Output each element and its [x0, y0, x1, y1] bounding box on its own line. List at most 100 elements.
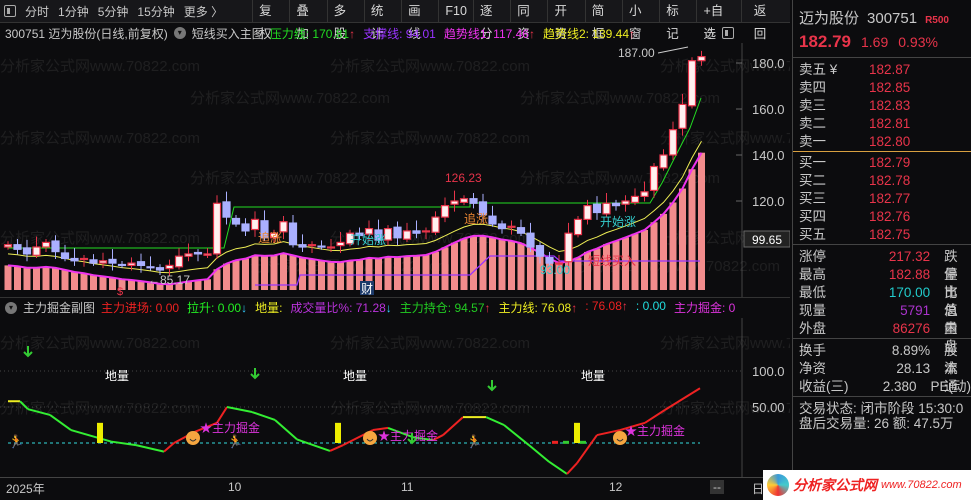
period-selector: 分时 1分钟 5分钟 15分钟 更多 〉 [0, 3, 252, 20]
diamond-icon[interactable]: ◇ [705, 26, 714, 40]
stock-code: 300751 [867, 10, 918, 27]
candle-up [583, 205, 592, 221]
watermark-text: 分析家公式网www.70822.com [330, 335, 530, 352]
legend-item: 压力线: 170.81↑ [270, 25, 355, 42]
trend-bar [109, 277, 116, 290]
main-force-line [485, 416, 505, 426]
candle-up [250, 218, 260, 231]
quote-value: 170.00 [888, 285, 931, 300]
legend-item: : 76.08↑ [585, 299, 628, 316]
chase-signal-label: 追涨 [258, 230, 282, 245]
legend-item: 成交量比%: 71.28↓ [290, 299, 391, 316]
zoom-button[interactable]: -- [710, 480, 724, 494]
date-label: 10 [228, 480, 242, 494]
toolbar: 分时 1分钟 5分钟 15分钟 更多 〉 复权 叠加 多股 统计 画线 F10 … [0, 0, 790, 41]
quote-value: 5791 [900, 303, 931, 318]
candle-up [98, 260, 108, 264]
stats-button[interactable]: 统计 [363, 0, 401, 41]
quote-label: 跌停 [944, 249, 958, 282]
legend-value: : 0.00 [635, 299, 666, 313]
current-price-label: 99.65 [752, 233, 782, 247]
window-icon[interactable] [722, 27, 734, 39]
start-signal-label: 开始涨 [600, 214, 636, 229]
period-more[interactable]: 更多 〉 [184, 3, 223, 20]
candlestick-chart[interactable]: 180.0160.0140.0120.0分析家公式网www.70822.com 分… [0, 43, 790, 297]
overlay-button[interactable]: 叠加 [289, 0, 326, 41]
quote-panel: 迈为股份 300751 R500 182.79 1.69 0.93% 卖五 ¥ 1… [763, 0, 971, 500]
legend-value: 趋势线1: 117.46 [443, 26, 529, 41]
indicator-chart[interactable]: 100.050.00分析家公式网www.70822.com 分析家公式网www.7… [0, 318, 790, 477]
stats2-list: 换手 8.89% 股本 净资 28.13 流通 收益(三) 2.380 PE(动) [793, 339, 971, 397]
period-tab[interactable]: 5分钟 [98, 3, 129, 20]
period-tab[interactable]: 分时 [25, 3, 49, 20]
quote-label: 最高 [799, 267, 826, 282]
quote-row: 净资 28.13 流通 [793, 360, 971, 394]
same-capital-button[interactable]: 同资 [510, 0, 547, 41]
legend-value: 主力进场: 0.00 [101, 301, 180, 315]
candle-up [212, 202, 222, 255]
draw-button[interactable]: 画线 [401, 0, 438, 41]
by-minute-button[interactable]: 逐分 [472, 0, 510, 41]
indicator-name[interactable]: 短线买入主图 [192, 25, 264, 42]
f10-button[interactable]: F10 [438, 0, 473, 23]
candle-down [146, 266, 155, 269]
trend-bar [679, 188, 686, 290]
trend-bar [403, 256, 411, 290]
period-tab[interactable]: 15分钟 [137, 3, 174, 20]
main-force-line [329, 444, 344, 452]
y-tick-label: 160.0 [752, 102, 785, 117]
trend-bar [698, 152, 705, 290]
legend-value: 趋势线2: 139.44 [542, 26, 630, 41]
open-capital-button[interactable]: 开资 [547, 0, 584, 41]
panel-toggle-icon[interactable] [4, 5, 16, 17]
candle-down [592, 203, 602, 214]
legend-value: 主力线: 76.08 [498, 301, 572, 315]
quote-value: 182.81 [869, 116, 911, 131]
quote-row: 收益(三) 2.380 PE(动) [793, 378, 971, 396]
candle-up [630, 195, 640, 203]
legend-value: 压力线: 170.81 [269, 26, 350, 41]
quote-value: 182.80 [869, 134, 911, 149]
smiley-icon [363, 431, 377, 445]
main-chart-legend: 300751 迈为股份(日线,前复权) ▾ 短线买入主图 压力线: 170.81… [0, 23, 790, 43]
smiley-icon [186, 431, 200, 445]
candle-up [336, 241, 345, 247]
small-window-button[interactable]: 小窗 [621, 0, 659, 41]
trend-bar [33, 267, 40, 290]
watermark-text: 分析家公式网www.70822.com [0, 335, 200, 352]
watermark-text: 分析家公式网www.70822.com [330, 58, 530, 75]
mark-button[interactable]: 标记 [659, 0, 696, 41]
candle-up [602, 202, 611, 215]
sub-indicator-name[interactable]: 主力掘金副图 [23, 299, 95, 316]
indicator-dropdown-icon[interactable]: ▾ [173, 27, 186, 39]
quote-label: 买三 [799, 191, 826, 206]
add-watchlist-button[interactable]: +自选 [696, 0, 740, 41]
trend-arrow-icon: ↑ [621, 299, 628, 313]
candle-up [402, 230, 412, 240]
quote-label: 卖五 ¥ [799, 62, 838, 77]
quote-value: 182.77 [869, 191, 911, 206]
main-force-line [296, 438, 331, 452]
trend-bar [14, 266, 21, 290]
back-button[interactable]: 返回 [740, 0, 790, 41]
watermark-text: 分析家公式网www.70822.com [330, 130, 530, 147]
quote-label: 净资 [799, 361, 826, 376]
candle-up [3, 244, 13, 248]
multi-stock-button[interactable]: 多股 [326, 0, 364, 41]
watermark-text: 分析家公式网www.70822.com [190, 90, 390, 107]
quote-value: 182.88 [888, 267, 931, 282]
period-tab[interactable]: 1分钟 [58, 3, 89, 20]
candle-down [51, 240, 60, 253]
signal-bar [563, 440, 569, 444]
quote-label: 内盘 [944, 321, 958, 354]
trend-arrow-icon: ↑ [528, 26, 535, 41]
simple-frame-button[interactable]: 简框 [584, 0, 622, 41]
main-force-line [70, 429, 112, 443]
fuquan-button[interactable]: 复权 [252, 0, 289, 41]
quote-row: 买一 182.79 [793, 154, 971, 172]
indicator-dropdown-icon[interactable]: ▾ [5, 301, 17, 314]
candle-up [421, 230, 431, 233]
trend-bar [460, 238, 468, 290]
down-arrow-icon [250, 368, 260, 380]
quote-label: 卖四 [799, 80, 826, 95]
